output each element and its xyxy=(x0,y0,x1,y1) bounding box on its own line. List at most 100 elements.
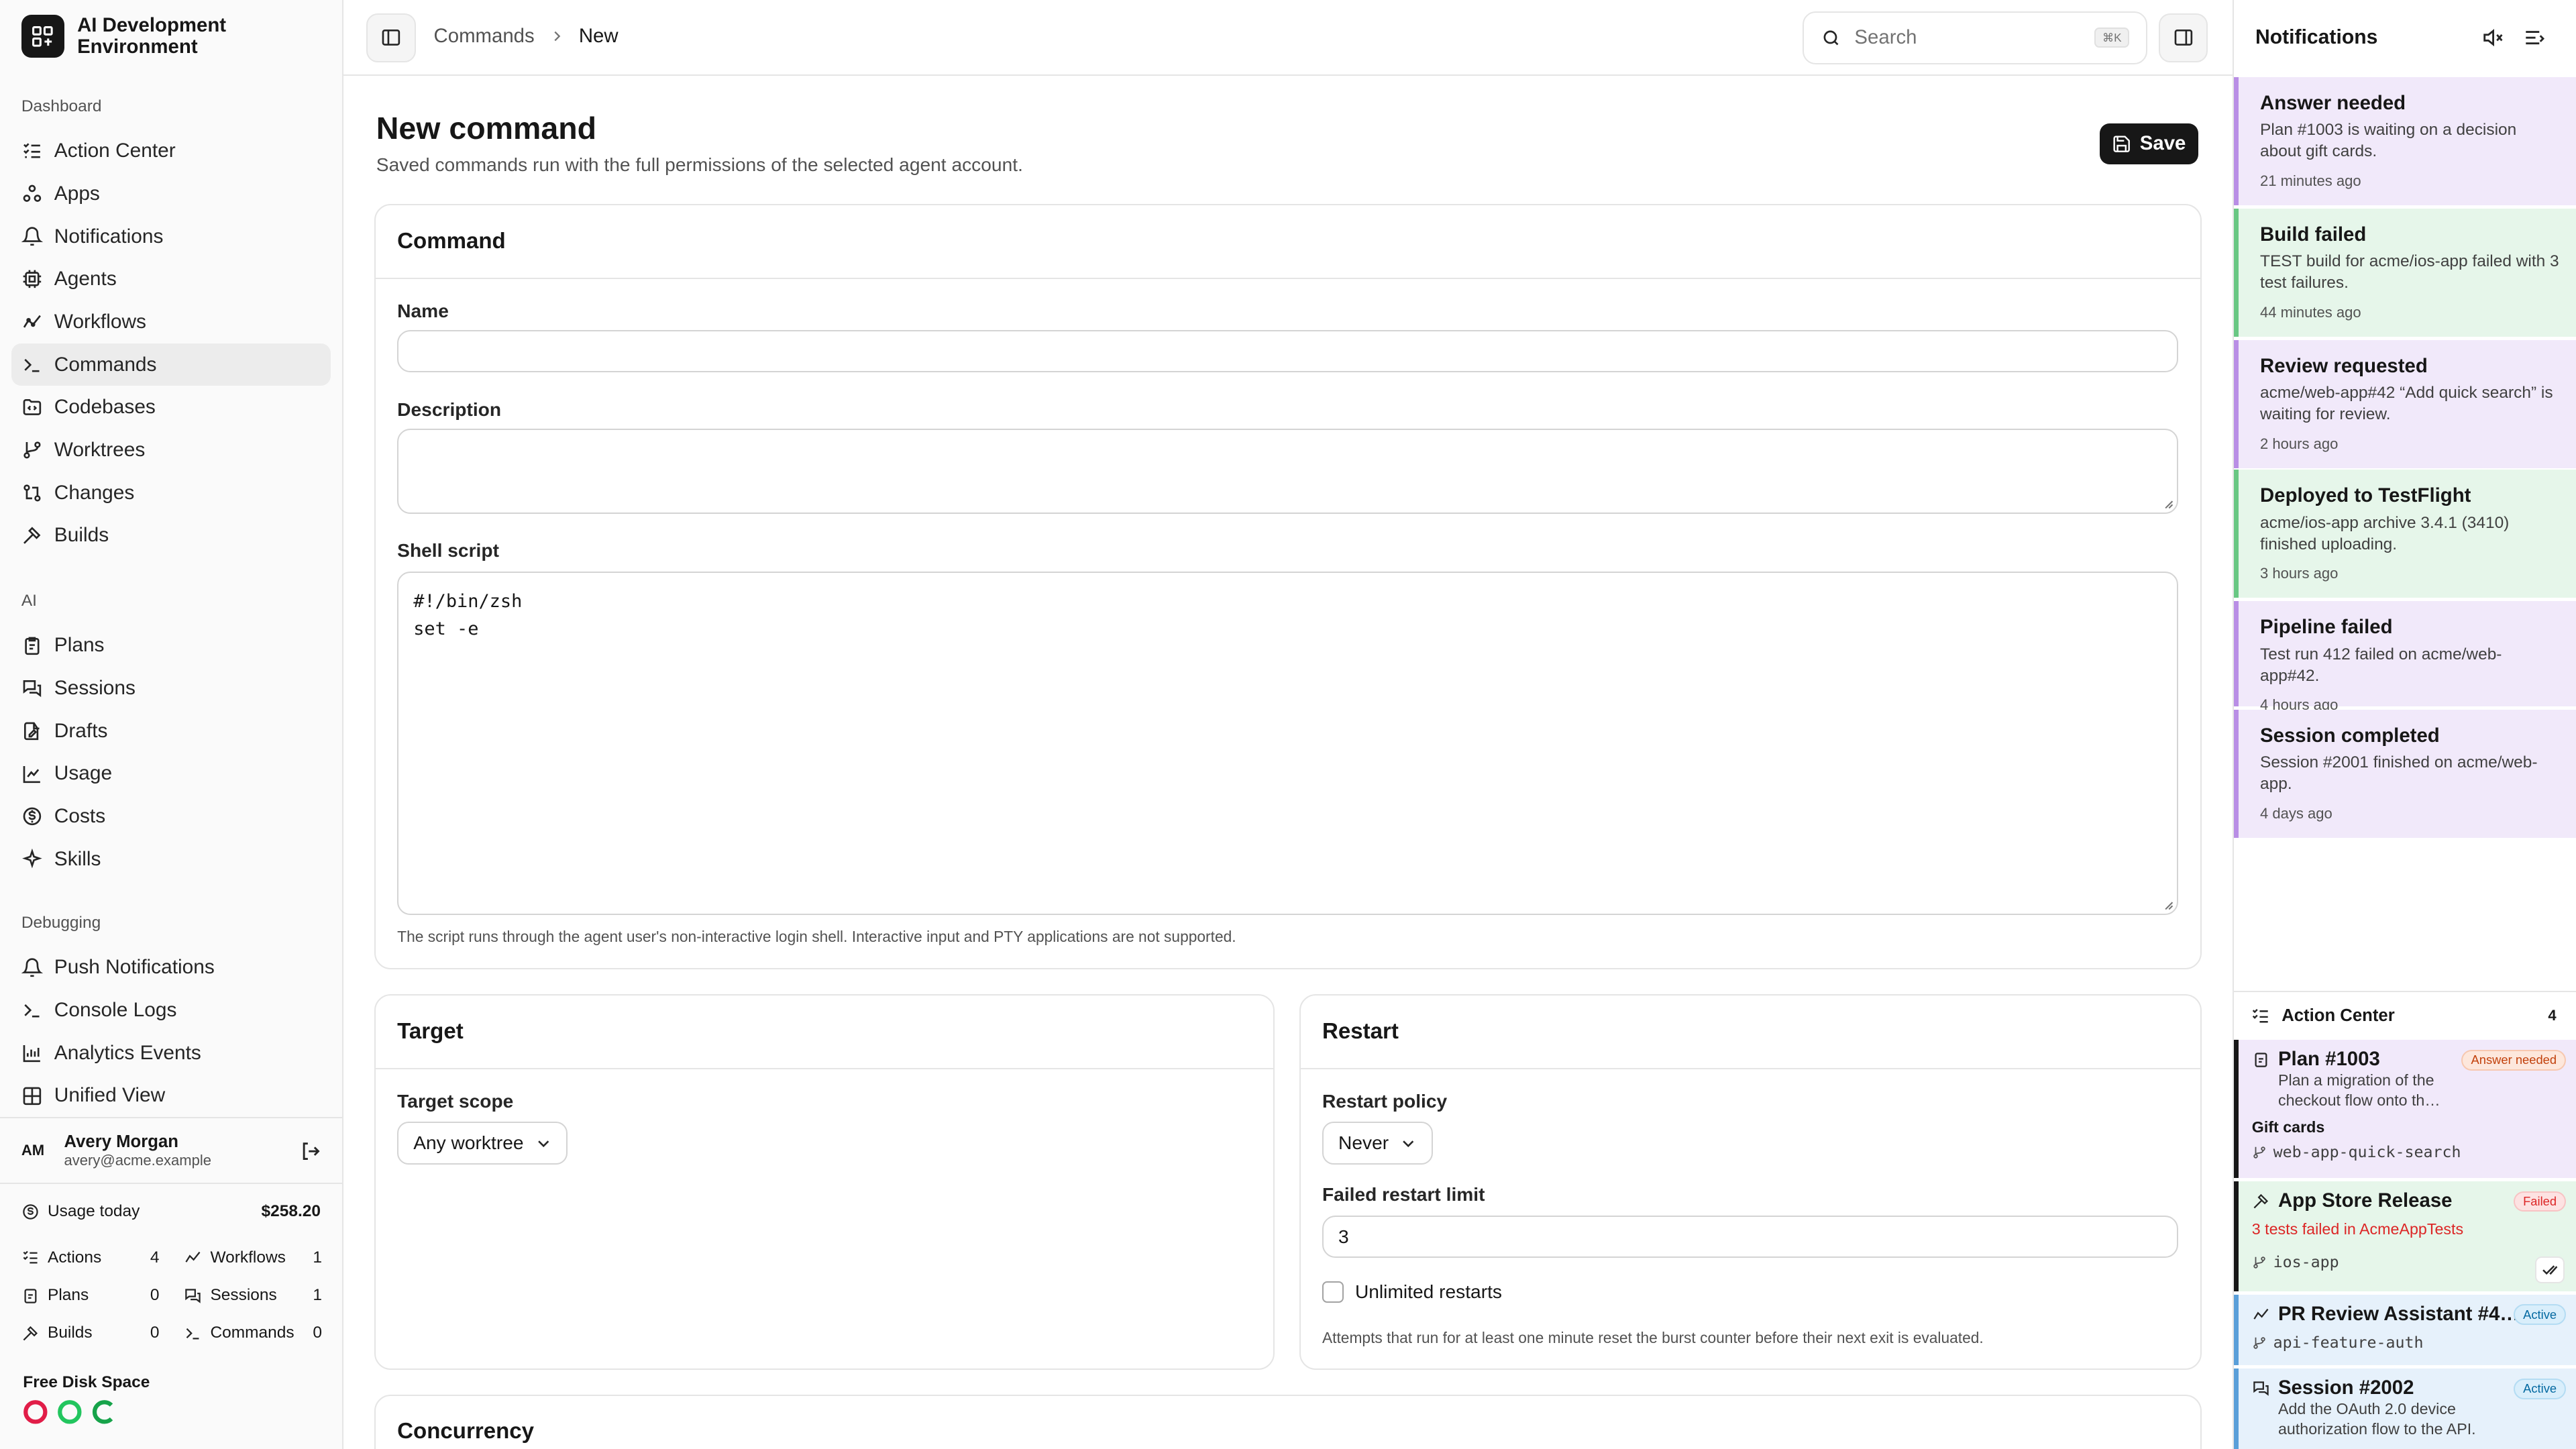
sidebar-item-commands[interactable]: Commands xyxy=(11,343,331,386)
description-label: Description xyxy=(397,398,502,420)
search-placeholder: Search xyxy=(1854,26,1917,49)
git-branch-icon xyxy=(23,441,41,459)
restart-limit-field[interactable]: 3 xyxy=(1322,1215,2178,1258)
sidebar-item-builds[interactable]: Builds xyxy=(11,515,331,557)
action-item-pr-review[interactable]: PR Review Assistant #4… Active api-featu… xyxy=(2234,1294,2576,1366)
script-hint: The script runs through the agent user's… xyxy=(397,928,1236,946)
nav-section-ai: AI Plans Sessions Drafts Usage Costs Ski… xyxy=(11,590,331,880)
file-edit-icon xyxy=(23,722,40,741)
messages-icon xyxy=(2253,1381,2269,1396)
toggle-notifications-button[interactable] xyxy=(2158,13,2208,63)
folder-code-icon xyxy=(23,399,42,416)
target-scope-select[interactable]: Any worktree xyxy=(397,1122,568,1165)
workflow-icon xyxy=(185,1252,201,1263)
search-input[interactable]: Search ⌘K xyxy=(1802,11,2147,64)
name-field[interactable] xyxy=(397,329,2178,373)
sidebar-item-drafts[interactable]: Drafts xyxy=(11,710,331,753)
stat-sessions[interactable]: Sessions 1 xyxy=(184,1286,322,1305)
chevron-down-icon xyxy=(537,1140,549,1147)
concurrency-card: Concurrency xyxy=(374,1395,2202,1449)
apps-icon xyxy=(23,184,42,202)
sidebar-item-action-center[interactable]: Action Center xyxy=(11,129,331,172)
notification-item[interactable]: Answer needed Plan #1003 is waiting on a… xyxy=(2234,77,2576,206)
resize-grip-icon[interactable] xyxy=(2162,498,2174,509)
sidebar-item-sessions[interactable]: Sessions xyxy=(11,667,331,710)
approve-button[interactable] xyxy=(2534,1256,2565,1283)
notifications-panel: Notifications Answer needed Plan #1003 i… xyxy=(2233,0,2576,1449)
clear-all-icon[interactable] xyxy=(2523,26,2546,49)
notification-item[interactable]: Session completed Session #2001 finished… xyxy=(2234,709,2576,838)
sidebar-toggle-icon xyxy=(382,30,400,46)
stat-workflows[interactable]: Workflows 1 xyxy=(184,1248,322,1267)
notification-item[interactable]: Pipeline failed Test run 412 failed on a… xyxy=(2234,601,2576,713)
chevron-down-icon xyxy=(1403,1140,1414,1147)
breadcrumb-new: New xyxy=(578,24,619,47)
description-field[interactable] xyxy=(397,428,2178,515)
terminal-icon xyxy=(24,1004,40,1018)
script-label: Shell script xyxy=(397,540,499,561)
sidebar-item-worktrees[interactable]: Worktrees xyxy=(11,429,331,472)
user-profile[interactable]: AM Avery Morgan avery@acme.example xyxy=(0,1117,342,1183)
action-item-session[interactable]: Session #2002 Active Add the OAuth 2.0 d… xyxy=(2234,1368,2576,1449)
name-label: Name xyxy=(397,300,449,321)
sidebar-item-workflows[interactable]: Workflows xyxy=(11,301,331,343)
sidebar-item-notifications[interactable]: Notifications xyxy=(11,215,331,258)
notification-item[interactable]: Deployed to TestFlight acme/ios-app arch… xyxy=(2234,470,2576,598)
list-check-icon xyxy=(2252,1008,2268,1023)
action-item-release[interactable]: App Store Release Failed 3 tests failed … xyxy=(2234,1181,2576,1291)
restart-hint: Attempts that run for at least one minut… xyxy=(1322,1328,1984,1346)
resize-grip-icon[interactable] xyxy=(2162,899,2174,910)
sidebar-item-agents[interactable]: Agents xyxy=(11,258,331,301)
git-branch-icon xyxy=(2253,1146,2265,1159)
terminal-icon xyxy=(24,358,40,372)
disk-ring-2 xyxy=(58,1400,82,1424)
notification-item[interactable]: Review requested acme/web-app#42 “Add qu… xyxy=(2234,339,2576,468)
status-badge: Answer needed xyxy=(2461,1049,2567,1071)
top-bar: Commands New Search ⌘K xyxy=(343,0,2233,76)
sidebar-item-changes[interactable]: Changes xyxy=(11,472,331,515)
dollar-icon xyxy=(23,807,42,826)
card-title: Target xyxy=(376,996,1274,1069)
shell-script-field[interactable]: #!/bin/zsh set -e xyxy=(397,571,2178,915)
sidebar-item-push-notifications[interactable]: Push Notifications xyxy=(11,947,331,989)
search-shortcut: ⌘K xyxy=(2094,28,2130,48)
target-scope-label: Target scope xyxy=(397,1090,514,1112)
error-text: 3 tests failed in AcmeAppTests xyxy=(2251,1220,2464,1238)
sidebar-item-skills[interactable]: Skills xyxy=(11,838,331,881)
git-branch-icon xyxy=(2253,1337,2265,1349)
logout-icon[interactable] xyxy=(299,1140,322,1163)
disk-ring-3 xyxy=(92,1400,113,1424)
restart-policy-select[interactable]: Never xyxy=(1322,1122,1433,1165)
save-icon xyxy=(2113,136,2131,152)
sidebar-item-analytics-events[interactable]: Analytics Events xyxy=(11,1032,331,1075)
stat-builds[interactable]: Builds 0 xyxy=(21,1324,160,1342)
sidebar-item-plans[interactable]: Plans xyxy=(11,625,331,667)
action-item-plan[interactable]: Plan #1003 Answer needed Plan a migratio… xyxy=(2234,1040,2576,1178)
action-center-header[interactable]: Action Center 4 xyxy=(2234,990,2576,1040)
notification-item[interactable]: Build failed TEST build for acme/ios-app… xyxy=(2234,209,2576,337)
breadcrumb-commands[interactable]: Commands xyxy=(434,25,535,48)
unlimited-restarts-checkbox[interactable]: Unlimited restarts xyxy=(1322,1281,1502,1303)
mute-icon[interactable] xyxy=(2481,26,2504,49)
save-button[interactable]: Save xyxy=(2099,123,2198,164)
list-check-icon xyxy=(23,143,40,158)
sidebar-item-codebases[interactable]: Codebases xyxy=(11,386,331,429)
sidebar-item-costs[interactable]: Costs xyxy=(11,795,331,838)
app-header[interactable]: AI Development Environment xyxy=(21,15,258,58)
user-name: Avery Morgan xyxy=(64,1132,178,1151)
sidebar-item-usage[interactable]: Usage xyxy=(11,753,331,796)
stat-plans[interactable]: Plans 0 xyxy=(21,1286,160,1305)
stat-actions[interactable]: Actions 4 xyxy=(21,1248,160,1267)
sidebar-item-unified-view[interactable]: Unified View xyxy=(11,1075,331,1118)
usage-label: Usage today xyxy=(48,1202,140,1221)
avatar: AM xyxy=(21,1142,45,1159)
sidebar-item-console-logs[interactable]: Console Logs xyxy=(11,989,331,1032)
chart-icon xyxy=(23,765,40,783)
toggle-sidebar-button[interactable] xyxy=(366,13,416,63)
checkbox-box[interactable] xyxy=(1322,1281,1344,1303)
sidebar-item-apps[interactable]: Apps xyxy=(11,172,331,215)
command-card: Command Name Description Shell script #!… xyxy=(374,203,2202,969)
breadcrumb: Commands New xyxy=(434,25,619,48)
stat-commands[interactable]: Commands 0 xyxy=(184,1324,322,1342)
workflow-icon xyxy=(23,315,41,328)
